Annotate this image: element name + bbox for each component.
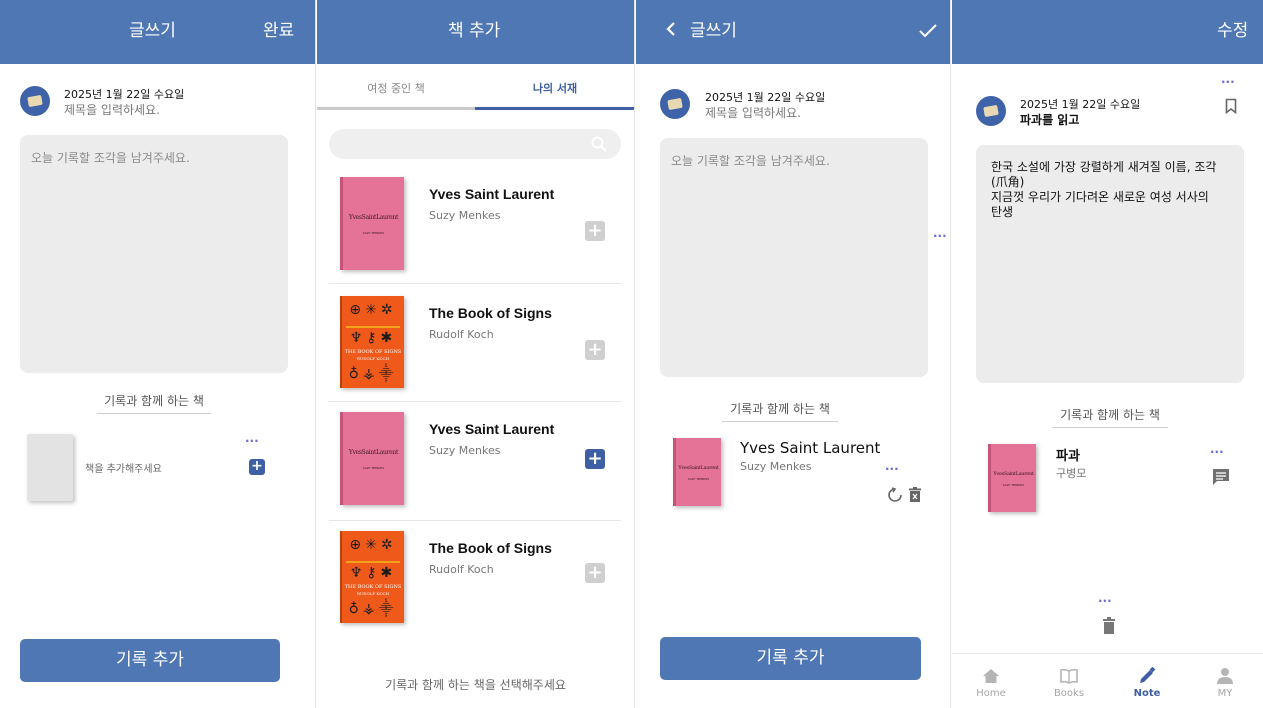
tab-indicator-inactive [317, 107, 475, 110]
date-label: 2025년 1월 22일 수요일 [1020, 98, 1141, 111]
panel-write-with-book: 글쓰기 2025년 1월 22일 수요일 제목을 입력하세요. 오늘 기록할 조… [636, 0, 951, 708]
add-record-button[interactable]: 기록 추가 [660, 637, 921, 680]
header-title: 글쓰기 [690, 21, 737, 41]
add-book-button[interactable]: + [585, 563, 605, 583]
book-cover: ⊕✳✲ ♆⚷✱ THE BOOK OF SIGNS RUDOLF KOCH ♁⚶… [340, 296, 404, 388]
book-title: 파과 [1056, 449, 1080, 464]
add-book-button[interactable]: + [585, 221, 605, 241]
app-header: 책 추가 [317, 0, 634, 64]
add-book-button[interactable]: + [585, 340, 605, 360]
empty-book-placeholder [27, 434, 73, 501]
section-label: 기록과 함께 하는 책 [97, 392, 211, 414]
check-icon[interactable] [919, 24, 937, 38]
divider [329, 520, 621, 521]
more-options-icon[interactable]: ··· [933, 230, 947, 242]
avatar [976, 96, 1006, 126]
book-icon [1060, 668, 1078, 684]
date-label: 2025년 1월 22일 수요일 [705, 91, 826, 104]
add-record-button[interactable]: 기록 추가 [20, 639, 280, 682]
delete-icon[interactable] [908, 487, 922, 503]
divider [329, 283, 621, 284]
app-header: 글쓰기 완료 [0, 0, 315, 64]
more-options-icon[interactable]: ··· [885, 463, 899, 475]
tab-in-progress[interactable]: 여정 중인 책 [317, 80, 475, 96]
book-cover: YvesSaintLaurent SUZY MENKES [340, 412, 404, 505]
body-placeholder: 오늘 기록할 조각을 남겨주세요. [31, 151, 190, 165]
book-title: Yves Saint Laurent [429, 186, 555, 202]
body-textarea[interactable]: 오늘 기록할 조각을 남겨주세요. [20, 135, 288, 373]
home-icon [983, 669, 999, 683]
nav-note[interactable]: Note [1108, 654, 1186, 708]
app-header: 수정 [952, 0, 1263, 64]
tab-indicator-active [475, 107, 634, 110]
nav-home[interactable]: Home [952, 654, 1030, 708]
add-book-button[interactable]: + [249, 459, 265, 475]
book-author: Suzy Menkes [740, 460, 812, 473]
more-options-icon[interactable]: ··· [1221, 76, 1235, 88]
tab-my-library[interactable]: 나의 서재 [475, 80, 634, 96]
book-author: Rudolf Koch [429, 328, 494, 341]
book-title: The Book of Signs [429, 540, 552, 556]
book-cover: YvesSaintLaurent SUZY MENKES [673, 438, 721, 506]
replace-icon[interactable] [887, 487, 903, 503]
book-cover: YvesSaintLaurent SUZY MENKES [988, 444, 1036, 512]
body-textarea[interactable]: 오늘 기록할 조각을 남겨주세요. [660, 138, 928, 377]
add-book-button-selected[interactable]: + [585, 449, 605, 469]
note-body: 한국 소설에 가장 강렬하게 새겨질 이름, 조각 (爪角) 지금껏 우리가 기… [976, 145, 1244, 383]
avatar [20, 86, 50, 116]
back-chevron-icon[interactable] [666, 21, 676, 37]
bottom-nav: Home Books Note MY [952, 653, 1263, 708]
panel-add-book: 책 추가 여정 중인 책 나의 서재 YvesSaintLaurent SUZY … [317, 0, 635, 708]
book-author: Rudolf Koch [429, 563, 494, 576]
header-title: 책 추가 [448, 21, 501, 41]
edit-button[interactable]: 수정 [1217, 20, 1248, 42]
more-options-icon[interactable]: ··· [1098, 595, 1112, 607]
delete-icon[interactable] [1102, 617, 1116, 635]
book-cover: ⊕✳✲ ♆⚷✱ THE BOOK OF SIGNS RUDOLF KOCH ♁⚶… [340, 531, 404, 623]
date-label: 2025년 1월 22일 수요일 [64, 88, 185, 101]
book-title: Yves Saint Laurent [429, 421, 555, 437]
done-button[interactable]: 완료 [263, 20, 294, 42]
header-title: 글쓰기 [129, 21, 176, 41]
more-options-icon[interactable]: ··· [245, 435, 259, 447]
pencil-icon [1140, 667, 1156, 683]
book-title: The Book of Signs [429, 305, 552, 321]
search-input[interactable] [329, 129, 621, 159]
book-author: 구병모 [1056, 467, 1087, 480]
comment-icon[interactable] [1212, 468, 1230, 486]
divider [329, 401, 621, 402]
section-label: 기록과 함께 하는 책 [722, 400, 838, 422]
panel-note-detail: 수정 ··· 2025년 1월 22일 수요일 파과를 읽고 한국 소설에 가장… [952, 0, 1263, 708]
title-input[interactable]: 제목을 입력하세요. [64, 101, 160, 118]
empty-book-text: 책을 추가해주세요 [85, 464, 162, 475]
person-icon [1217, 668, 1233, 684]
section-label: 기록과 함께 하는 책 [1052, 406, 1168, 428]
book-cover: YvesSaintLaurent SUZY MENKES [340, 177, 404, 270]
body-placeholder: 오늘 기록할 조각을 남겨주세요. [671, 154, 830, 168]
book-author: Suzy Menkes [429, 444, 501, 457]
app-header: 글쓰기 [636, 0, 950, 64]
note-text: 한국 소설에 가장 강렬하게 새겨질 이름, 조각 (爪角) 지금껏 우리가 기… [991, 160, 1217, 219]
nav-my[interactable]: MY [1186, 654, 1263, 708]
note-title: 파과를 읽고 [1020, 113, 1080, 127]
bookmark-icon[interactable] [1225, 98, 1237, 114]
book-title: Yves Saint Laurent [740, 439, 881, 457]
search-icon [591, 136, 607, 152]
avatar [660, 89, 690, 119]
title-input[interactable]: 제목을 입력하세요. [705, 104, 801, 121]
nav-books[interactable]: Books [1030, 654, 1108, 708]
footer-hint: 기록과 함께 하는 책을 선택해주세요 [385, 678, 566, 692]
more-options-icon[interactable]: ··· [1210, 446, 1224, 458]
panel-write-empty: 글쓰기 완료 2025년 1월 22일 수요일 제목을 입력하세요. 오늘 기록… [0, 0, 316, 708]
book-author: Suzy Menkes [429, 209, 501, 222]
